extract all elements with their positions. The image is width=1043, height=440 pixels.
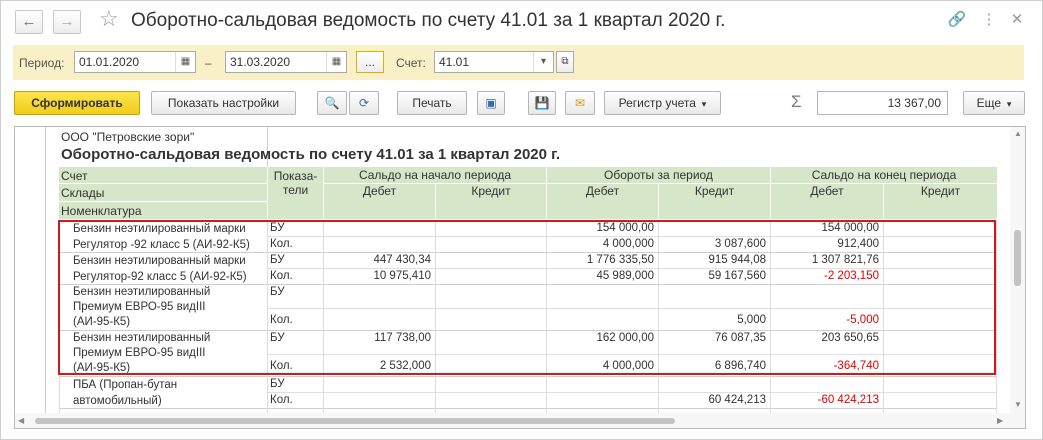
highlight-box	[58, 220, 996, 375]
period-select-button[interactable]: ...	[356, 51, 384, 73]
group-divider	[59, 376, 997, 377]
period-label: Период:	[19, 56, 65, 70]
period-to-value: 31.03.2020	[230, 55, 291, 69]
header-closing-credit: Кредит	[884, 184, 997, 219]
title-bar: ← → ☆ Оборотно-сальдовая ведомость по сч…	[1, 1, 1042, 41]
account-field[interactable]: 41.01 ▾	[434, 51, 554, 73]
dropdown-arrow-icon[interactable]: ▾	[533, 52, 553, 72]
report-sheet: ООО "Петровские зори" Оборотно-сальдовая…	[15, 127, 1025, 428]
more-vertical-icon[interactable]: ⋮	[979, 10, 999, 30]
header-opening-debit: Дебет	[324, 184, 435, 219]
header-warehouses: Склады	[61, 186, 105, 200]
header-closing-debit: Дебет	[771, 184, 883, 219]
print-button[interactable]: Печать	[397, 91, 467, 115]
period-to-field[interactable]: 31.03.2020 ▦	[225, 51, 347, 73]
scroll-up-icon[interactable]: ▲	[1014, 129, 1022, 138]
generate-button[interactable]: Сформировать	[14, 91, 140, 115]
register-label: Регистр учета	[618, 96, 696, 110]
indicator-kol: Кол.	[270, 394, 293, 406]
open-account-icon[interactable]: ⧉	[556, 51, 574, 73]
sum-field: 13 367,00	[817, 91, 948, 115]
preview-icon[interactable]: ▣	[477, 91, 505, 115]
group-divider	[59, 408, 997, 409]
header-turnover-debit: Дебет	[547, 184, 658, 219]
header-closing: Сальдо на конец периода	[771, 167, 997, 183]
header-account: Счет	[61, 169, 88, 183]
forward-arrow-icon[interactable]: →	[53, 10, 81, 34]
chevron-down-icon: ▾	[699, 99, 707, 109]
period-dash: –	[205, 56, 212, 70]
show-settings-button[interactable]: Показать настройки	[151, 91, 296, 115]
close-icon[interactable]: ✕	[1007, 10, 1027, 30]
search-icon[interactable]: 🔍	[317, 91, 347, 115]
link-icon[interactable]: 🔗	[947, 10, 967, 30]
vertical-scroll-thumb[interactable]	[1014, 230, 1021, 286]
chevron-down-icon: ▾	[1004, 99, 1012, 109]
back-arrow-icon[interactable]: ←	[15, 10, 43, 34]
period-bar: Период: 01.01.2020 ▦ – 31.03.2020 ▦ ... …	[13, 45, 1024, 80]
horizontal-scroll-thumb[interactable]	[35, 418, 675, 424]
search-replace-icon[interactable]: ⟳	[349, 91, 379, 115]
favorite-star-icon[interactable]: ☆	[99, 7, 119, 31]
row-divider	[267, 392, 997, 393]
save-icon[interactable]: 💾	[528, 91, 556, 115]
email-icon[interactable]: ✉	[565, 91, 595, 115]
calendar-icon[interactable]: ▦	[326, 52, 346, 72]
header-opening: Сальдо на начало периода	[324, 167, 546, 183]
sum-icon: Σ	[791, 92, 802, 111]
header-indicators: Показа- тели	[268, 167, 323, 219]
account-label: Счет:	[396, 56, 426, 70]
period-from-field[interactable]: 01.01.2020 ▦	[74, 51, 196, 73]
value-cell: -60 424,213	[817, 394, 879, 406]
nomenclature-name: ПБА (Пропан-бутан автомобильный)	[73, 379, 178, 407]
period-from-value: 01.01.2020	[79, 55, 140, 69]
vertical-scrollbar[interactable]: ▲ ▼	[1010, 127, 1025, 428]
horizontal-scrollbar[interactable]: ◀ ▶	[15, 413, 1010, 428]
header-opening-credit: Кредит	[436, 184, 546, 219]
organization-name: ООО "Петровские зори"	[61, 130, 195, 144]
more-button[interactable]: Еще ▾	[963, 91, 1025, 115]
more-label: Еще	[976, 96, 1002, 110]
header-turnover-credit: Кредит	[659, 184, 770, 219]
report-window: ← → ☆ Оборотно-сальдовая ведомость по сч…	[0, 0, 1043, 440]
scroll-left-icon[interactable]: ◀	[18, 416, 24, 425]
report-area[interactable]: ООО "Петровские зори" Оборотно-сальдовая…	[14, 126, 1026, 429]
register-button[interactable]: Регистр учета ▾	[604, 91, 721, 115]
header-dimensions: Счет Склады Номенклатура	[59, 167, 267, 219]
header-nomenclature: Номенклатура	[61, 204, 142, 218]
scroll-right-icon[interactable]: ▶	[997, 416, 1003, 425]
indicator-bu: БУ	[270, 378, 285, 390]
calendar-icon[interactable]: ▦	[175, 52, 195, 72]
scroll-down-icon[interactable]: ▼	[1014, 400, 1022, 409]
value-cell: 60 424,213	[708, 394, 766, 406]
report-title: Оборотно-сальдовая ведомость по счету 41…	[61, 146, 561, 163]
header-indicators-label: Показа- тели	[273, 169, 318, 197]
account-value: 41.01	[439, 55, 470, 69]
column-divider	[996, 220, 997, 413]
window-title: Оборотно-сальдовая ведомость по счету 41…	[131, 10, 726, 31]
header-turnover: Обороты за период	[547, 167, 770, 183]
